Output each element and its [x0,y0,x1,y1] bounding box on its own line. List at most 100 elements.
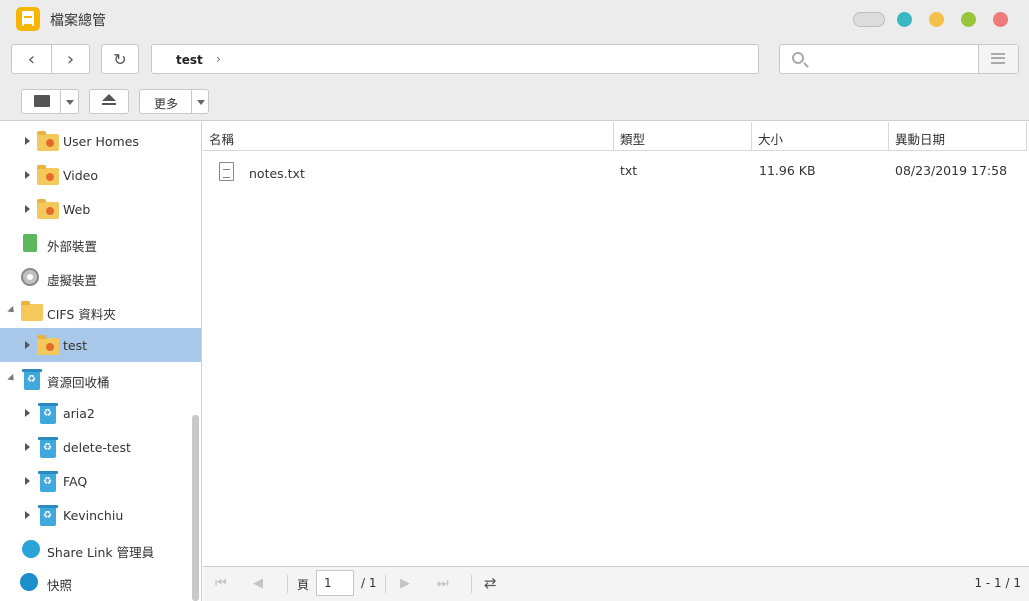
chevron-down-icon[interactable] [197,100,205,105]
sidebar-item-label: 快照 [47,578,73,593]
pin-button[interactable] [897,12,912,27]
chevron-down-icon[interactable] [66,100,74,105]
divider [60,90,61,113]
recycle-bin-icon [38,505,58,526]
window-toggle-button[interactable] [853,12,885,27]
expand-arrow-icon[interactable] [25,409,30,417]
record-range: 1 - 1 / 1 [974,576,1021,590]
app-title: 檔案總管 [50,13,106,29]
eject-icon [102,94,116,101]
chevron-right-icon[interactable]: › [216,52,221,66]
sidebar-item-snapshot[interactable]: 快照 [0,566,201,600]
sidebar-item-label: delete-test [63,440,131,455]
expand-arrow-icon[interactable] [25,137,30,145]
sidebar-item-faq[interactable]: FAQ [0,464,201,498]
eject-button[interactable] [89,89,129,114]
next-page-icon[interactable]: ▶ [400,576,410,591]
recycle-bin-icon [38,471,58,492]
sidebar-item-recycle-bin[interactable]: 資源回收桶 [0,362,201,396]
breadcrumb-item-test[interactable]: test [176,53,203,67]
shared-folder-icon [37,199,59,219]
divider [191,90,192,113]
sidebar-item-label: 虛擬裝置 [47,273,98,288]
expand-arrow-icon[interactable] [25,443,30,451]
sidebar-item-user-homes[interactable]: User Homes [0,124,201,158]
prev-page-icon[interactable]: ◀ [253,576,263,591]
sidebar-item-label: Share Link 管理員 [47,545,155,560]
file-size-cell: 11.96 KB [759,163,816,178]
sidebar-scrollbar[interactable] [192,415,199,601]
forward-button[interactable]: › [51,45,89,73]
page-total: / 1 [361,576,377,590]
history-buttons: ‹ › [11,44,90,74]
sidebar-item-label: Web [63,202,91,217]
shared-folder-icon [37,335,59,355]
page-label: 頁 [297,578,310,592]
file-list: 名稱 類型 大小 異動日期 notes.txt txt 11.96 KB 08/… [203,122,1029,566]
divider [287,575,288,593]
maximize-button[interactable] [961,12,976,27]
refresh-icon: ↻ [113,49,127,69]
minimize-button[interactable] [929,12,944,27]
search-icon [792,52,804,64]
file-manager-app-icon [16,7,40,31]
sidebar-item-kevinchiu[interactable]: Kevinchiu [0,498,201,532]
column-header-type[interactable]: 類型 [614,122,752,151]
network-drive-button[interactable] [21,89,79,114]
chevron-right-icon: › [66,48,75,70]
page-number-input[interactable]: 1 [316,570,354,596]
sidebar-item-label: aria2 [63,406,95,421]
disc-icon [21,268,39,286]
search-input[interactable] [779,44,1019,74]
sidebar-item-video[interactable]: Video [0,158,201,192]
collapse-arrow-icon[interactable] [7,373,17,384]
monitor-icon [34,95,50,107]
share-icon [22,540,40,558]
breadcrumb[interactable]: test › [151,44,759,74]
text-file-icon [219,162,234,181]
file-name-cell: notes.txt [249,166,305,181]
collapse-arrow-icon[interactable] [7,305,17,316]
expand-arrow-icon[interactable] [25,341,30,349]
sidebar-item-label: 外部裝置 [47,239,98,254]
column-header-modified[interactable]: 異動日期 [889,122,1027,151]
back-button[interactable]: ‹ [12,45,51,73]
search-options-button[interactable] [978,45,1018,73]
last-page-icon[interactable]: ⏭ [437,576,449,591]
close-button[interactable] [993,12,1008,27]
expand-arrow-icon[interactable] [25,205,30,213]
eject-base [102,103,116,105]
refresh-group: ↻ [101,44,139,74]
recycle-bin-icon [38,437,58,458]
snapshot-icon [20,573,38,591]
expand-arrow-icon[interactable] [25,477,30,485]
sidebar-item-test[interactable]: test [0,328,201,362]
sidebar-item-label: User Homes [63,134,139,149]
recycle-bin-icon [22,369,42,390]
refresh-list-icon[interactable]: ⇄ [484,574,497,592]
recycle-bin-icon [38,403,58,424]
more-button[interactable]: 更多 [139,89,209,114]
sidebar-item-label: FAQ [63,474,88,489]
refresh-button[interactable]: ↻ [102,45,138,73]
filter-list-icon [991,53,1005,64]
sidebar-item-external-devices[interactable]: 外部裝置 [0,226,201,260]
expand-arrow-icon[interactable] [25,171,30,179]
column-header-name[interactable]: 名稱 [203,122,614,151]
sidebar-item-virtual-devices[interactable]: 虛擬裝置 [0,260,201,294]
sidebar-item-cifs-folder[interactable]: CIFS 資料夾 [0,294,201,328]
sidebar-item-label: CIFS 資料夾 [47,307,116,322]
title-bar: 檔案總管 [0,0,1029,38]
table-row[interactable]: notes.txt txt 11.96 KB 08/23/2019 17:58 [203,152,1029,190]
sidebar-item-share-link-manager[interactable]: Share Link 管理員 [0,532,201,566]
first-page-icon[interactable]: ⏮ [215,576,227,591]
expand-arrow-icon[interactable] [25,511,30,519]
divider [385,575,386,593]
sidebar-item-label: Kevinchiu [63,508,124,523]
sidebar-item-delete-test[interactable]: delete-test [0,430,201,464]
file-modified-cell: 08/23/2019 17:58 [895,163,1008,178]
column-header-size[interactable]: 大小 [752,122,889,151]
sidebar-item-web[interactable]: Web [0,192,201,226]
sidebar-item-aria2[interactable]: aria2 [0,396,201,430]
sidebar-item-label: Video [63,168,99,183]
